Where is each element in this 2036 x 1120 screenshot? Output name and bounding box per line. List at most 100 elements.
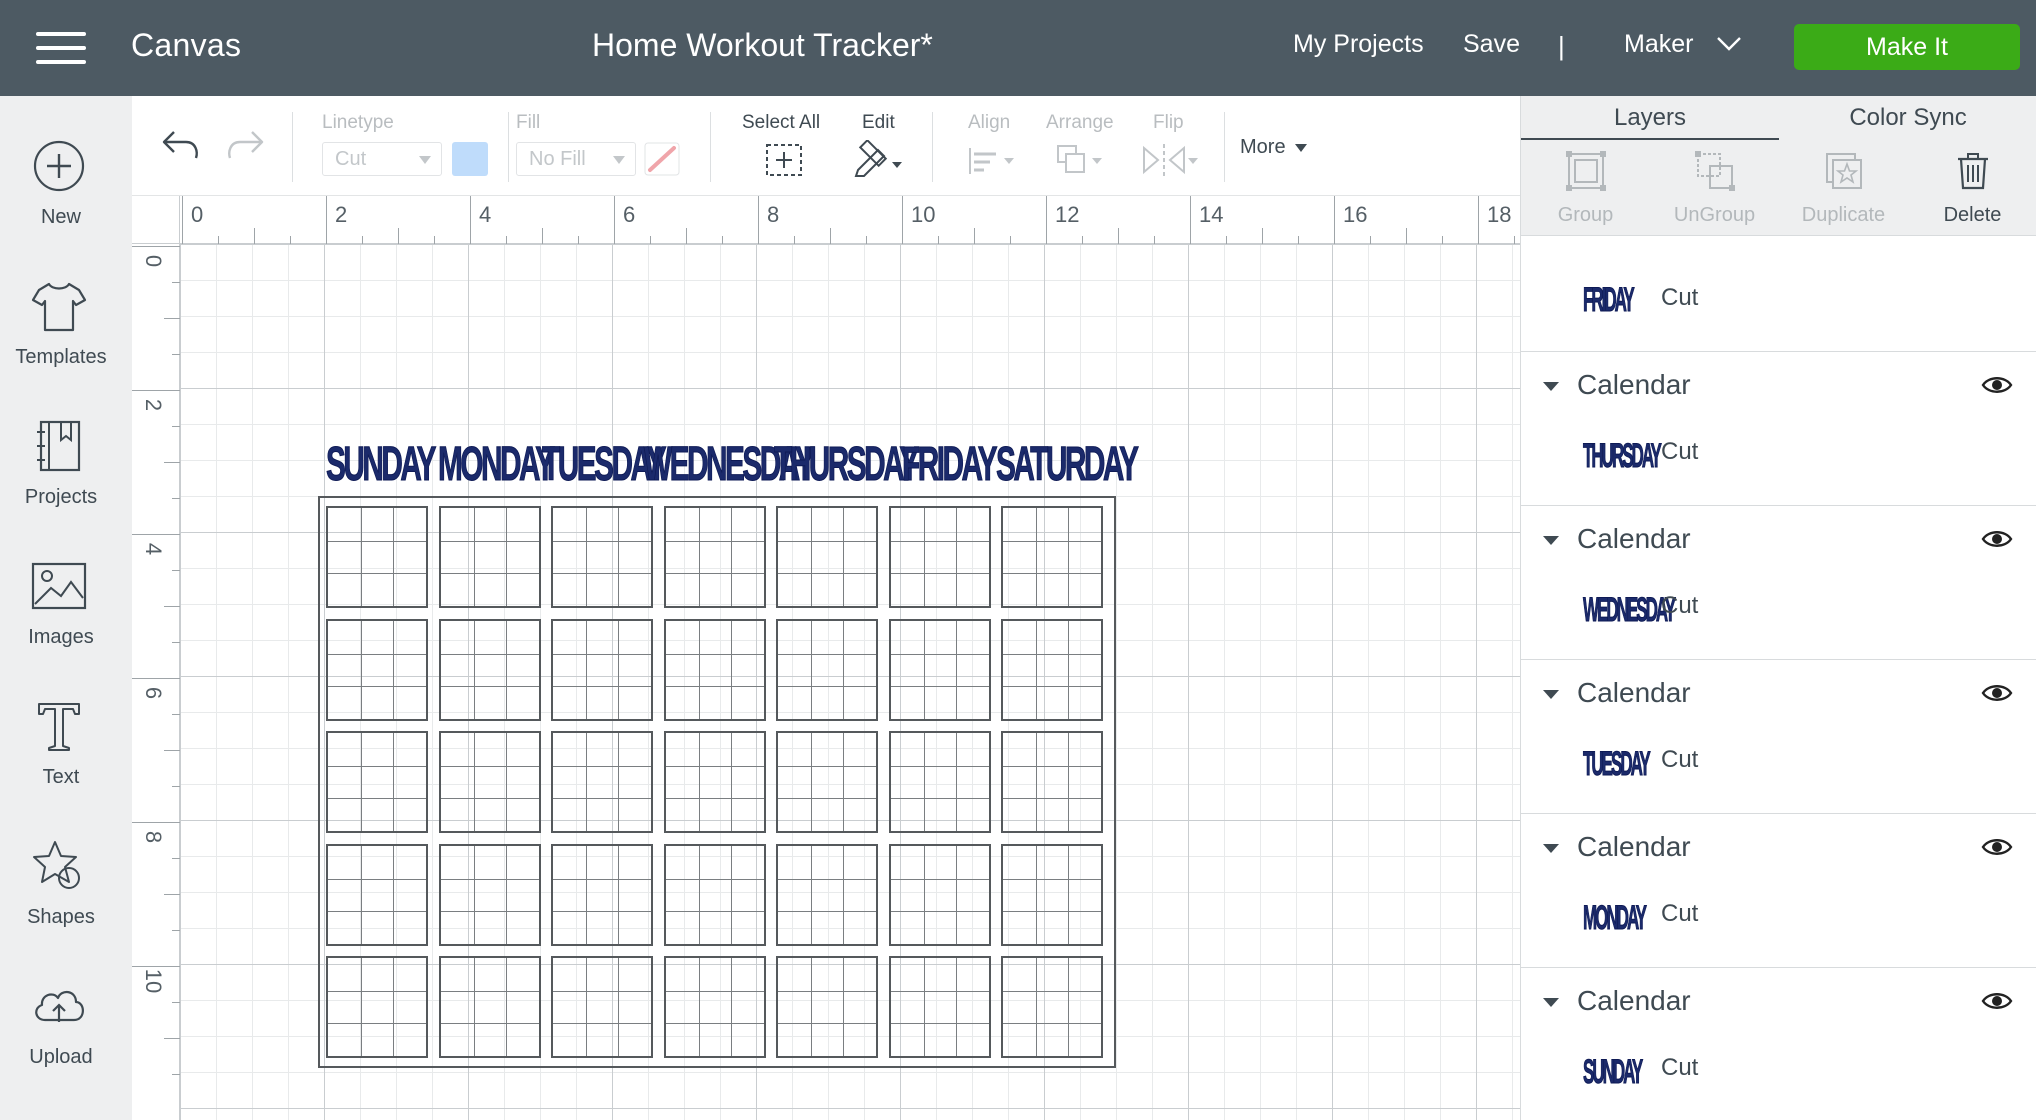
calendar-cell[interactable] <box>439 619 541 721</box>
linetype-select[interactable]: Cut <box>322 142 442 176</box>
calendar-cell[interactable] <box>664 506 766 608</box>
sidebar-item-upload[interactable]: Upload <box>0 966 132 1086</box>
calendar-cell[interactable] <box>664 844 766 946</box>
calendar-cell[interactable] <box>439 844 541 946</box>
calendar-cell[interactable] <box>551 731 653 833</box>
delete-button[interactable]: Delete <box>1908 140 2036 236</box>
calendar-cell[interactable] <box>1001 956 1103 1058</box>
calendar-cell[interactable] <box>439 731 541 833</box>
layer-group-header[interactable]: Calendar <box>1521 968 2036 1032</box>
select-all-label[interactable]: Select All <box>742 112 820 134</box>
calendar-cell[interactable] <box>551 956 653 1058</box>
calendar-cell[interactable] <box>889 844 991 946</box>
fill-select[interactable]: No Fill <box>516 142 636 176</box>
sidebar-item-new[interactable]: New <box>0 126 132 246</box>
calendar-cell[interactable] <box>889 731 991 833</box>
my-projects-link[interactable]: My Projects <box>1293 30 1424 59</box>
layer-row-friday[interactable]: FRIDAY Cut <box>1521 236 2036 352</box>
cell-gridline <box>441 686 539 688</box>
calendar-cell[interactable] <box>551 844 653 946</box>
save-button[interactable]: Save <box>1463 30 1520 59</box>
calendar-cell[interactable] <box>664 619 766 721</box>
calendar-cell[interactable] <box>326 844 428 946</box>
calendar-cell[interactable] <box>551 619 653 721</box>
sidebar-item-templates[interactable]: Templates <box>0 266 132 386</box>
layer-row[interactable]: MONDAY Cut <box>1521 880 2036 960</box>
group-button[interactable]: Group <box>1521 140 1650 236</box>
calendar-cell[interactable] <box>776 844 878 946</box>
calendar-cell[interactable] <box>776 619 878 721</box>
duplicate-button[interactable]: Duplicate <box>1779 140 1908 236</box>
sidebar-item-images[interactable]: Images <box>0 546 132 666</box>
expand-caret-icon[interactable] <box>1543 998 1559 1007</box>
calendar-cell[interactable] <box>551 506 653 608</box>
project-title[interactable]: Home Workout Tracker* <box>592 27 933 64</box>
align-icon[interactable] <box>966 144 1022 178</box>
layer-row[interactable]: THURSDAY Cut <box>1521 418 2036 498</box>
expand-caret-icon[interactable] <box>1543 844 1559 853</box>
layer-row[interactable]: WEDNESDAY Cut <box>1521 572 2036 652</box>
make-it-button[interactable]: Make It <box>1794 24 2020 70</box>
menu-icon[interactable] <box>36 30 86 66</box>
tab-color-sync[interactable]: Color Sync <box>1779 96 2036 140</box>
redo-icon[interactable] <box>224 128 266 162</box>
layer-group-header[interactable]: Calendar <box>1521 814 2036 878</box>
calendar-cell[interactable] <box>1001 731 1103 833</box>
arrange-icon[interactable] <box>1054 142 1110 178</box>
machine-select[interactable]: Maker <box>1624 30 1693 59</box>
calendar-cell[interactable] <box>664 956 766 1058</box>
eye-visibility-icon[interactable] <box>1981 682 2013 704</box>
day-title-thursday[interactable]: THURSDAY <box>774 436 920 494</box>
calendar-cell[interactable] <box>439 956 541 1058</box>
calendar-cell[interactable] <box>776 731 878 833</box>
calendar-cell[interactable] <box>1001 506 1103 608</box>
layer-row[interactable]: SUNDAY Cut <box>1521 1034 2036 1114</box>
calendar-cell[interactable] <box>776 506 878 608</box>
ungroup-button[interactable]: UnGroup <box>1650 140 1779 236</box>
calendar-cell[interactable] <box>664 731 766 833</box>
sidebar-item-projects[interactable]: Projects <box>0 406 132 526</box>
calendar-cell[interactable] <box>1001 844 1103 946</box>
day-title-friday[interactable]: FRIDAY <box>902 436 998 494</box>
calendar-cell[interactable] <box>889 956 991 1058</box>
expand-caret-icon[interactable] <box>1543 536 1559 545</box>
calendar-cell[interactable] <box>326 619 428 721</box>
select-all-icon[interactable] <box>764 142 804 178</box>
calendar-cell[interactable] <box>1001 619 1103 721</box>
cell-gridline <box>328 653 426 655</box>
chevron-down-icon[interactable] <box>1716 36 1742 52</box>
edit-pencil-ruler-icon[interactable] <box>852 140 908 178</box>
calendar-cell[interactable] <box>889 506 991 608</box>
calendar-cell[interactable] <box>776 956 878 1058</box>
design-canvas[interactable]: 0 2 4 6 8 10 12 14 16 18 0 2 4 6 8 10 SUNDAY MONDAY TUES… <box>132 196 1520 1120</box>
eye-visibility-icon[interactable] <box>1981 990 2013 1012</box>
eye-visibility-icon[interactable] <box>1981 836 2013 858</box>
calendar-cell[interactable] <box>326 956 428 1058</box>
calendar-cell[interactable] <box>439 506 541 608</box>
layer-group-header[interactable]: Calendar <box>1521 352 2036 416</box>
sidebar-item-shapes[interactable]: Shapes <box>0 826 132 946</box>
no-fill-swatch-icon[interactable] <box>644 142 680 176</box>
expand-caret-icon[interactable] <box>1543 382 1559 391</box>
sidebar-item-text[interactable]: Text <box>0 686 132 806</box>
tab-layers[interactable]: Layers <box>1521 96 1779 140</box>
expand-caret-icon[interactable] <box>1543 690 1559 699</box>
undo-icon[interactable] <box>160 128 202 162</box>
flip-icon[interactable] <box>1140 142 1200 178</box>
ruler-minor-tick <box>1154 236 1155 244</box>
day-title-sunday[interactable]: SUNDAY <box>326 436 437 494</box>
more-button[interactable]: More <box>1240 136 1308 159</box>
calendar-cell[interactable] <box>326 731 428 833</box>
eye-visibility-icon[interactable] <box>1981 374 2013 396</box>
day-title-saturday[interactable]: SATURDAY <box>996 436 1140 494</box>
layer-group-header[interactable]: Calendar <box>1521 506 2036 570</box>
eye-visibility-icon[interactable] <box>1981 528 2013 550</box>
calendar-cell[interactable] <box>889 619 991 721</box>
layer-group-header[interactable]: Calendar <box>1521 660 2036 724</box>
calendar-cell[interactable] <box>326 506 428 608</box>
layer-row[interactable]: TUESDAY Cut <box>1521 726 2036 806</box>
edit-label[interactable]: Edit <box>862 112 895 134</box>
day-title-monday[interactable]: MONDAY <box>438 436 556 494</box>
linetype-color-swatch[interactable] <box>452 142 488 176</box>
cell-gridline <box>666 653 764 655</box>
